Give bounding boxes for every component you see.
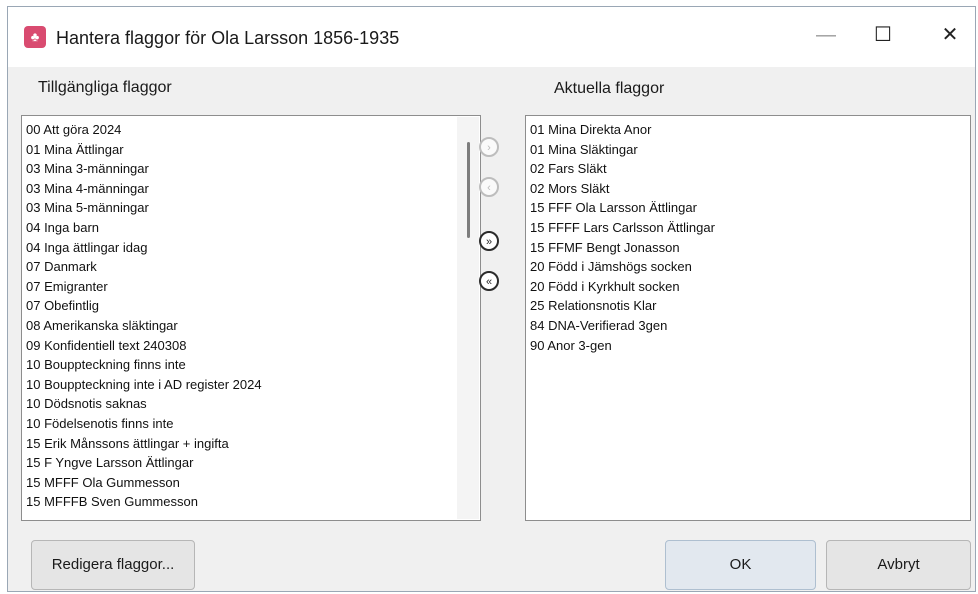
cancel-button[interactable]: Avbryt xyxy=(826,540,971,590)
list-item[interactable]: 07 Danmark xyxy=(26,257,480,277)
available-flags-label: Tillgängliga flaggor xyxy=(38,79,172,96)
list-item[interactable]: 02 Mors Släkt xyxy=(530,179,970,199)
list-item[interactable]: 20 Född i Kyrkhult socken xyxy=(530,277,970,297)
list-item[interactable]: 08 Amerikanska släktingar xyxy=(26,316,480,336)
list-item[interactable]: 15 FFF Ola Larsson Ättlingar xyxy=(530,198,970,218)
list-item[interactable]: 10 Bouppteckning inte i AD register 2024 xyxy=(26,375,480,395)
available-flags-list[interactable]: 00 Att göra 2024 01 Mina Ättlingar 03 Mi… xyxy=(21,115,481,521)
scrollbar-thumb[interactable] xyxy=(467,142,470,238)
list-item[interactable]: 04 Inga ättlingar idag xyxy=(26,238,480,258)
vertical-scrollbar[interactable] xyxy=(457,117,479,519)
close-button[interactable]: ✕ xyxy=(920,15,978,55)
list-item[interactable]: 15 F Yngve Larsson Ättlingar xyxy=(26,453,480,473)
remove-all-arrow-icon[interactable]: « xyxy=(479,271,499,291)
add-selected-arrow-icon[interactable]: › xyxy=(479,137,499,157)
list-item[interactable]: 20 Född i Jämshögs socken xyxy=(530,257,970,277)
ok-button[interactable]: OK xyxy=(665,540,816,590)
list-item[interactable]: 15 MFFF Ola Gummesson xyxy=(26,473,480,493)
list-item[interactable]: 02 Fars Släkt xyxy=(530,159,970,179)
list-item[interactable]: 10 Födelsenotis finns inte xyxy=(26,414,480,434)
list-item[interactable]: 84 DNA-Verifierad 3gen xyxy=(530,316,970,336)
list-item[interactable]: 01 Mina Släktingar xyxy=(530,140,970,160)
list-item[interactable]: 07 Emigranter xyxy=(26,277,480,297)
list-item[interactable]: 03 Mina 3-männingar xyxy=(26,159,480,179)
list-item[interactable]: 15 FFFF Lars Carlsson Ättlingar xyxy=(530,218,970,238)
list-item[interactable]: 15 FFMF Bengt Jonasson xyxy=(530,238,970,258)
add-all-arrow-icon[interactable]: » xyxy=(479,231,499,251)
title-bar: ♣ Hantera flaggor för Ola Larsson 1856-1… xyxy=(8,7,975,67)
list-item[interactable]: 00 Att göra 2024 xyxy=(26,120,480,140)
list-item[interactable]: 15 Erik Månssons ättlingar + ingifta xyxy=(26,434,480,454)
list-item[interactable]: 07 Obefintlig xyxy=(26,296,480,316)
family-tree-icon: ♣ xyxy=(24,26,46,48)
list-item[interactable]: 15 MFFFB Sven Gummesson xyxy=(26,492,480,512)
list-item[interactable]: 04 Inga barn xyxy=(26,218,480,238)
current-flags-list[interactable]: 01 Mina Direkta Anor 01 Mina Släktingar … xyxy=(525,115,971,521)
remove-selected-arrow-icon[interactable]: ‹ xyxy=(479,177,499,197)
maximize-button[interactable]: ☐ xyxy=(853,15,913,55)
list-item[interactable]: 01 Mina Ättlingar xyxy=(26,140,480,160)
window-title: Hantera flaggor för Ola Larsson 1856-193… xyxy=(56,28,400,48)
list-item[interactable]: 03 Mina 4-männingar xyxy=(26,179,480,199)
list-item[interactable]: 10 Dödsnotis saknas xyxy=(26,394,480,414)
list-item[interactable]: 10 Bouppteckning finns inte xyxy=(26,355,480,375)
current-flags-label: Aktuella flaggor xyxy=(554,80,665,97)
list-item[interactable]: 25 Relationsnotis Klar xyxy=(530,296,970,316)
list-item[interactable]: 09 Konfidentiell text 240308 xyxy=(26,336,480,356)
edit-flags-button[interactable]: Redigera flaggor... xyxy=(31,540,195,590)
dialog-window: ♣ Hantera flaggor för Ola Larsson 1856-1… xyxy=(7,6,976,592)
minimize-button[interactable]: — xyxy=(796,15,856,55)
list-item[interactable]: 90 Anor 3-gen xyxy=(530,336,970,356)
list-item[interactable]: 03 Mina 5-männingar xyxy=(26,198,480,218)
list-item[interactable]: 01 Mina Direkta Anor xyxy=(530,120,970,140)
